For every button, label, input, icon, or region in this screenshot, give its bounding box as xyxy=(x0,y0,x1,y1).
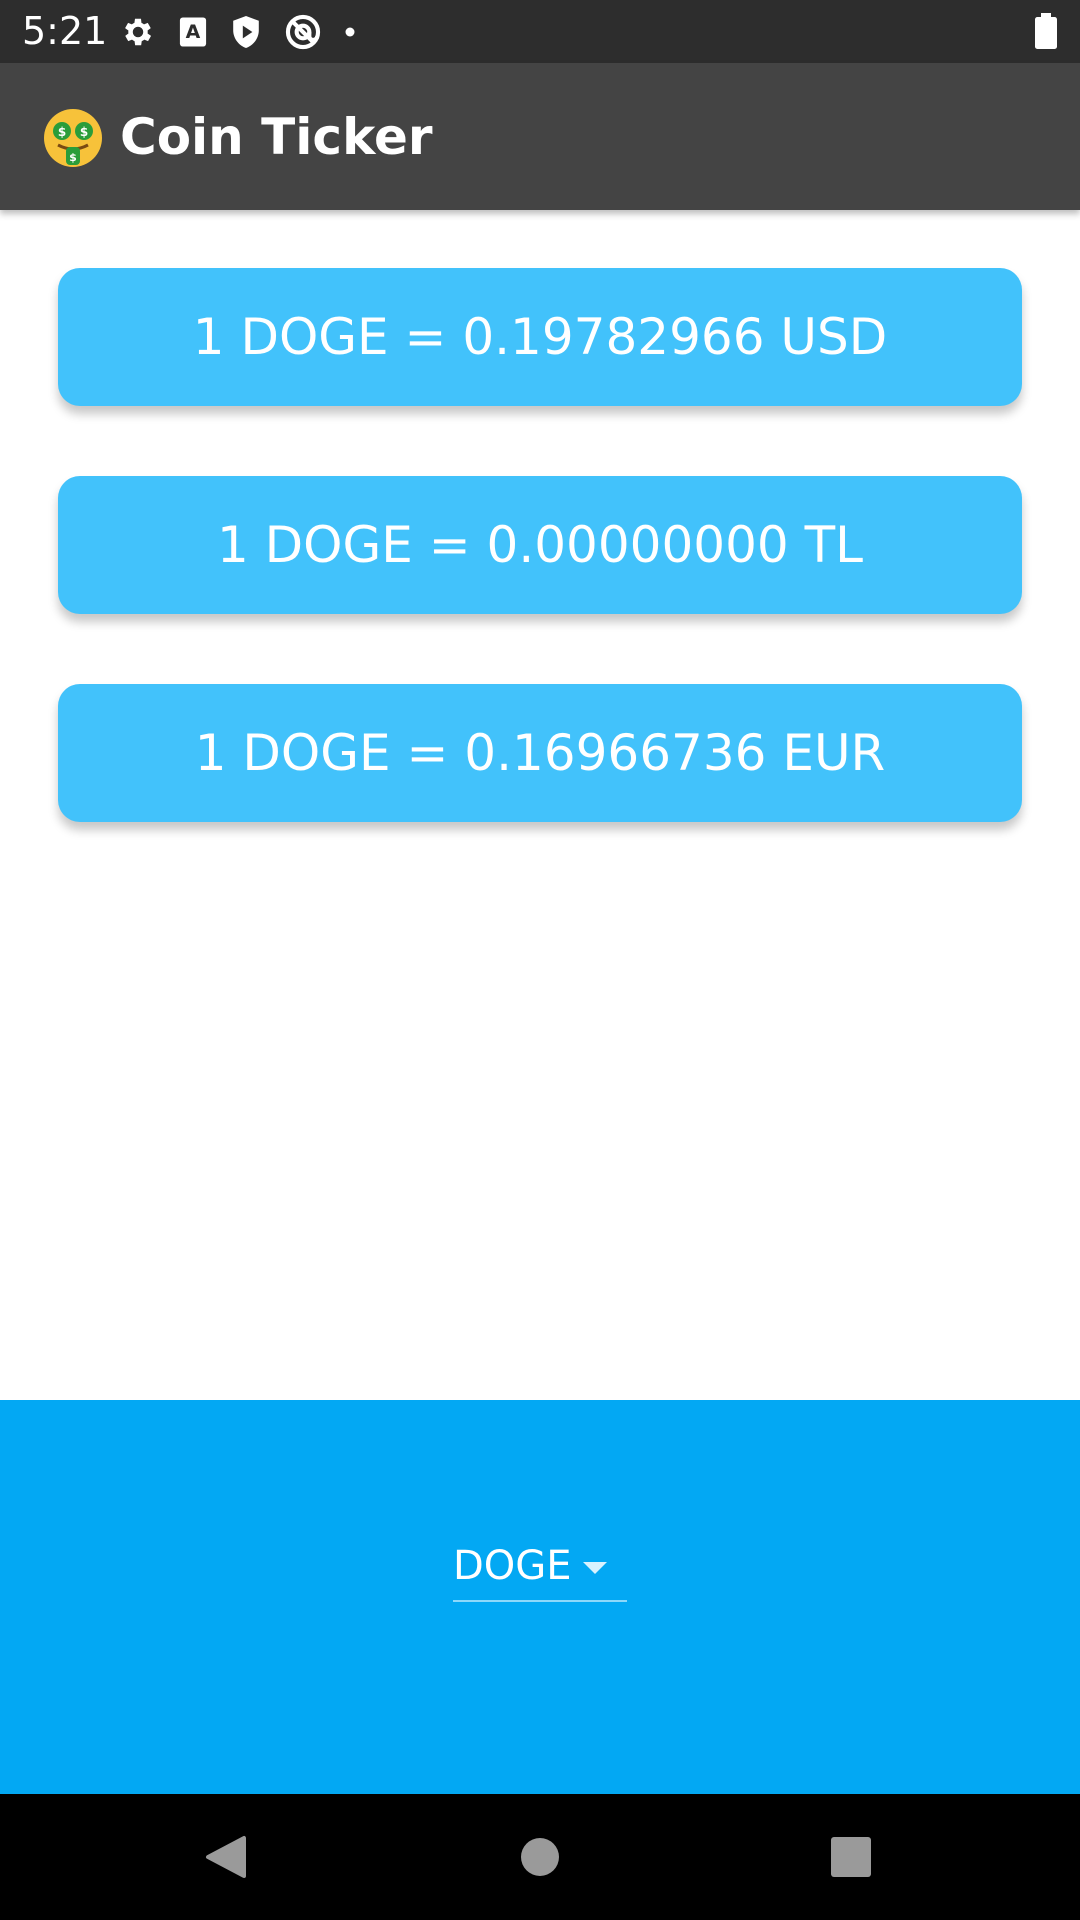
svg-text:A: A xyxy=(186,21,201,43)
dot-icon xyxy=(344,26,356,38)
caret-down-icon xyxy=(581,1560,609,1581)
status-bar: 5:21 A xyxy=(0,0,1080,63)
rate-card-usd: 1 DOGE = 0.19782966 USD xyxy=(58,268,1022,406)
recents-icon[interactable] xyxy=(826,1832,876,1882)
money-mouth-face-icon: $ $ $ xyxy=(42,107,104,169)
app-bar: $ $ $ Coin Ticker xyxy=(0,63,1080,210)
svg-text:$: $ xyxy=(69,151,77,164)
shield-play-icon xyxy=(230,14,262,50)
gear-icon xyxy=(120,14,156,50)
at-sign-icon xyxy=(284,13,322,51)
dropdown-selected-value: DOGE xyxy=(453,1543,572,1589)
rate-label: 1 DOGE = 0.16966736 EUR xyxy=(194,724,886,782)
status-icons: A xyxy=(120,12,356,52)
rate-card-eur: 1 DOGE = 0.16966736 EUR xyxy=(58,684,1022,822)
battery-icon xyxy=(1034,13,1058,54)
back-icon[interactable] xyxy=(200,1832,250,1882)
navigation-bar xyxy=(0,1794,1080,1920)
rate-card-tl: 1 DOGE = 0.00000000 TL xyxy=(58,476,1022,614)
rate-label: 1 DOGE = 0.00000000 TL xyxy=(216,516,864,574)
coin-dropdown[interactable]: DOGE xyxy=(453,1530,627,1602)
app-title: Coin Ticker xyxy=(120,108,433,166)
svg-text:$: $ xyxy=(80,125,88,139)
rate-label: 1 DOGE = 0.19782966 USD xyxy=(192,308,888,366)
status-time: 5:21 xyxy=(22,9,108,53)
svg-text:$: $ xyxy=(58,125,66,139)
coin-picker-panel: DOGE xyxy=(0,1400,1080,1794)
home-icon[interactable] xyxy=(515,1832,565,1882)
text-a-icon: A xyxy=(178,16,208,48)
